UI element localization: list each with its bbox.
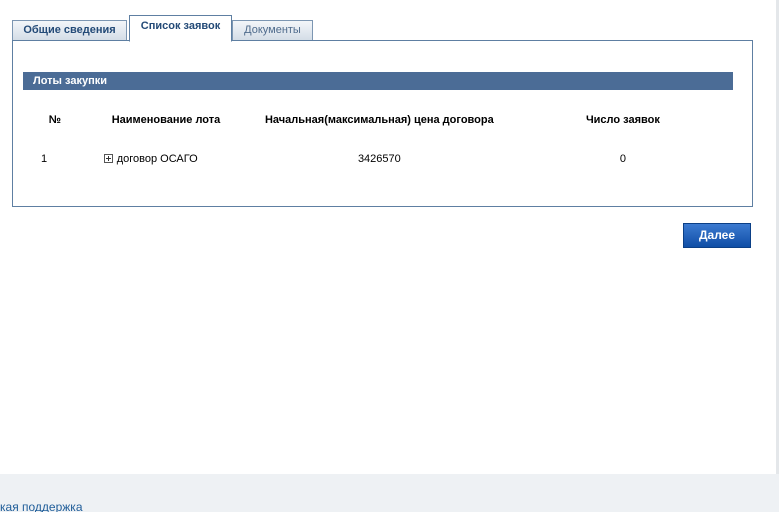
column-header-lot-name: Наименование лота xyxy=(111,114,221,126)
table-row: 1 договор ОСАГО 3426570 0 xyxy=(23,133,733,185)
tab-applications-list[interactable]: Список заявок xyxy=(129,15,232,42)
support-link[interactable]: кая поддержка xyxy=(0,500,83,512)
lot-application-count: 0 xyxy=(619,153,626,165)
column-header-number: № xyxy=(48,114,61,126)
section-title-lots: Лоты закупки xyxy=(23,72,733,90)
lot-number: 1 xyxy=(41,153,48,165)
expand-plus-icon[interactable] xyxy=(103,154,113,163)
lot-initial-price: 3426570 xyxy=(357,153,401,165)
table-header-row: № Наименование лота Начальная(максимальн… xyxy=(23,107,733,133)
lot-name-cell: договор ОСАГО xyxy=(87,133,246,185)
lot-name: договор ОСАГО xyxy=(116,153,198,165)
column-header-initial-price: Начальная(максимальная) цена договора xyxy=(264,114,494,126)
footer: кая поддержка xyxy=(0,474,779,512)
tab-content-panel: Лоты закупки № Наименование лота Начальн… xyxy=(12,40,753,207)
page: Общие сведения Список заявок Документы Л… xyxy=(0,0,779,512)
column-header-application-count: Число заявок xyxy=(585,114,660,126)
tab-general-info[interactable]: Общие сведения xyxy=(12,20,127,41)
next-button[interactable]: Далее xyxy=(683,223,751,248)
lots-table: № Наименование лота Начальная(максимальн… xyxy=(23,107,733,185)
tab-documents[interactable]: Документы xyxy=(232,20,313,41)
